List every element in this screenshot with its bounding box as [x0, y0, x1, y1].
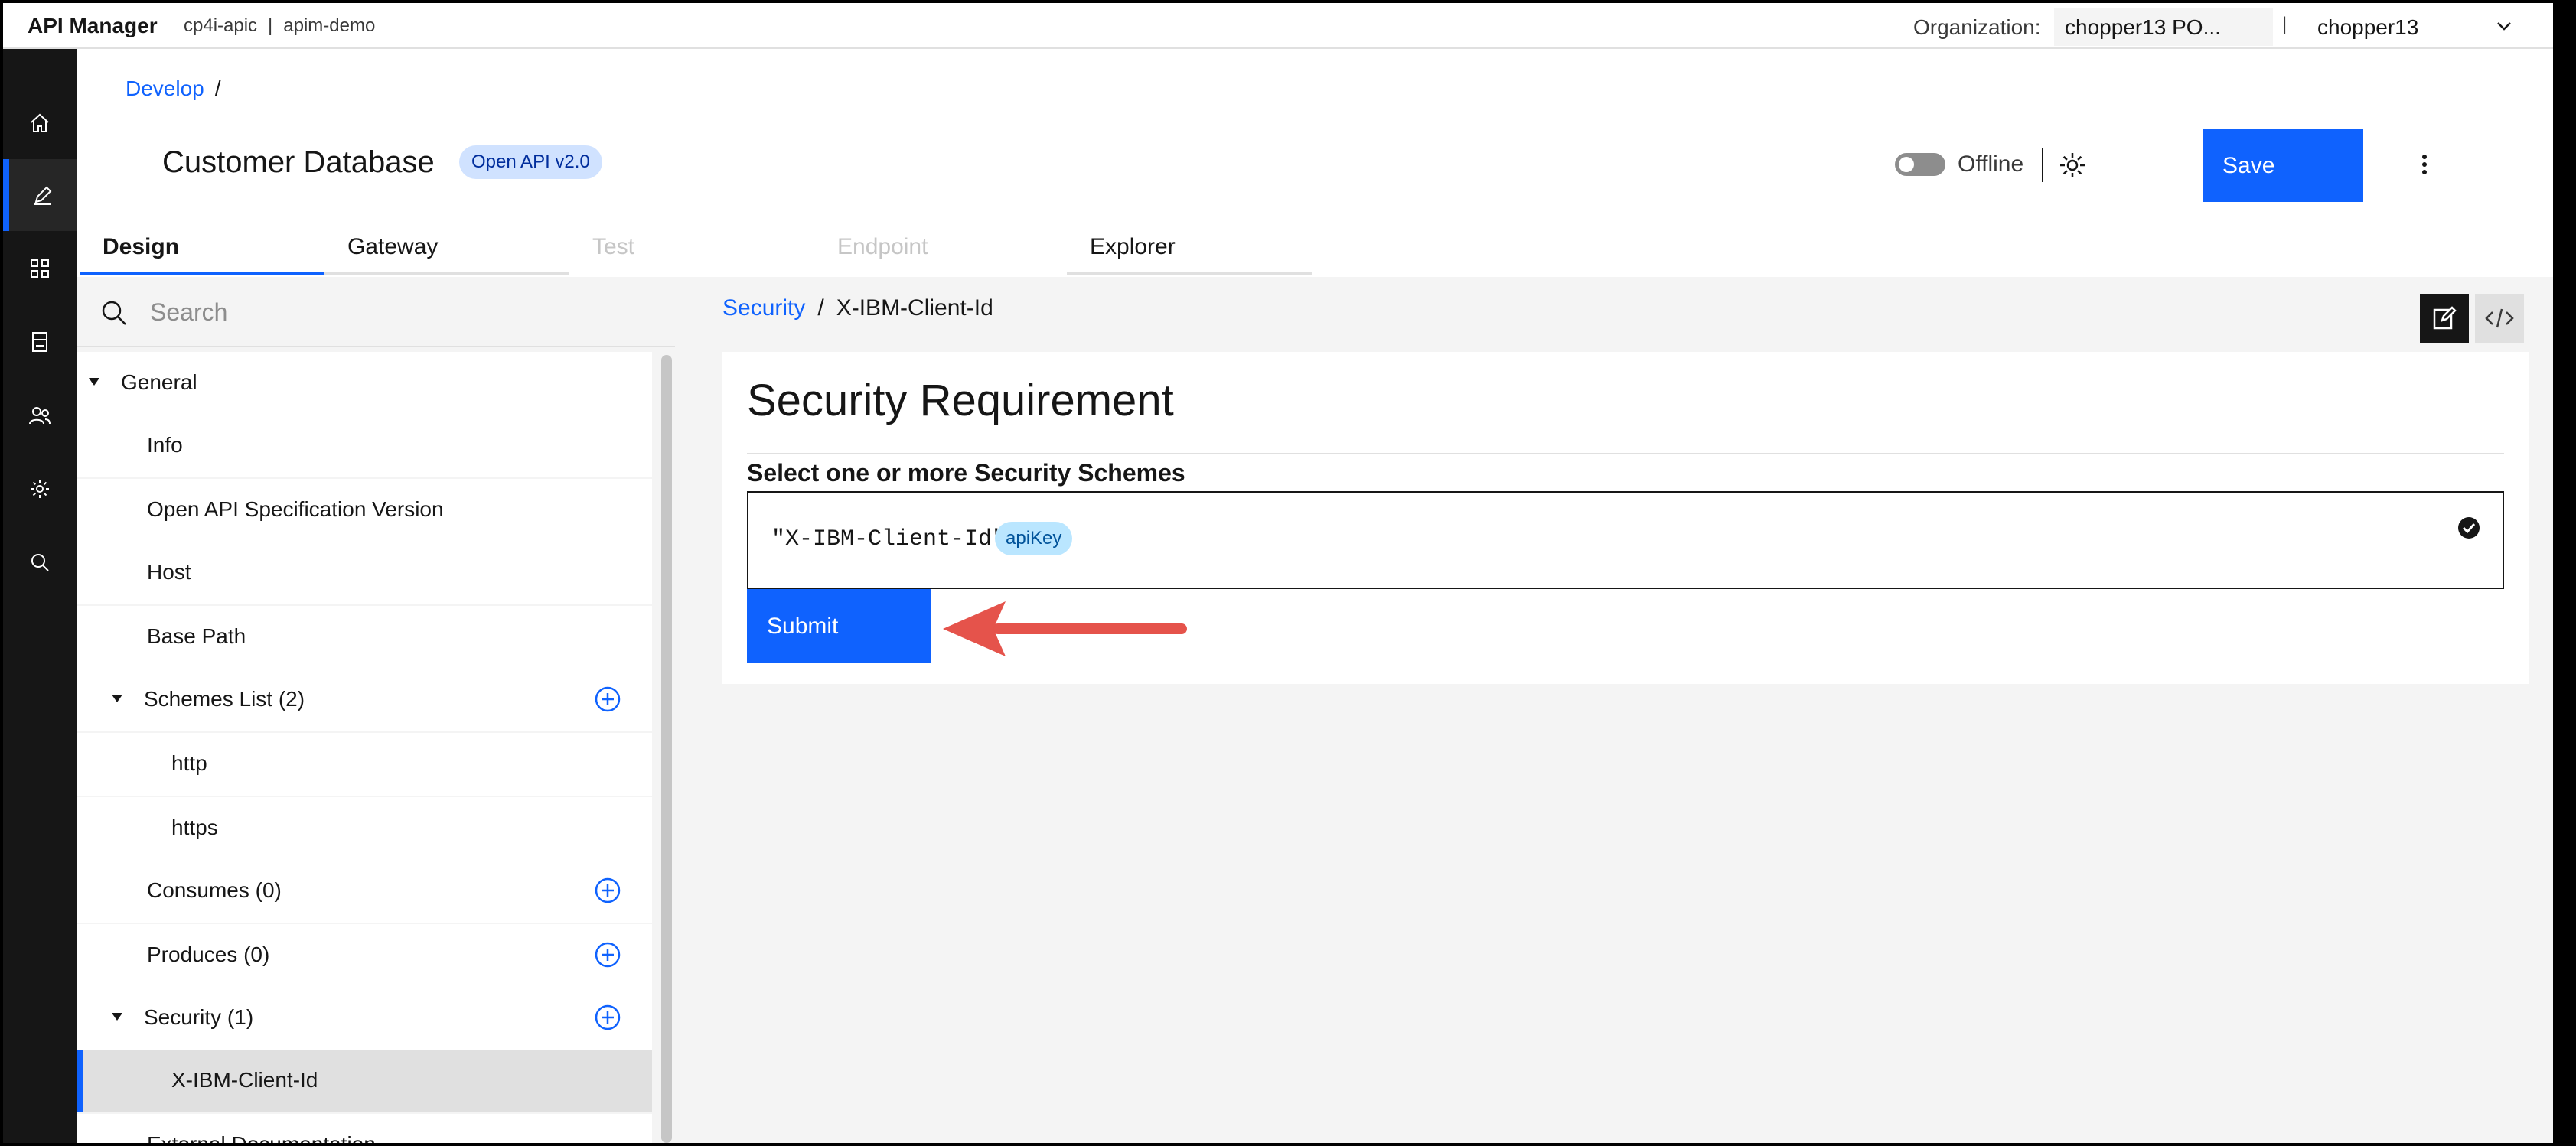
- header-separator: |: [2282, 14, 2287, 34]
- nav-item-external-docs[interactable]: External Documentation: [77, 1114, 652, 1143]
- tab-endpoint: Endpoint: [837, 234, 928, 259]
- nav-item-general[interactable]: General: [77, 352, 652, 415]
- editor-breadcrumb: Security / X-IBM-Client-Id: [722, 295, 993, 321]
- submit-button[interactable]: Submit: [747, 589, 931, 663]
- checkmark-filled-icon: [2458, 517, 2480, 539]
- annotation-arrow: [943, 601, 1187, 656]
- chevron-down-icon: [2497, 22, 2511, 31]
- nav-item-label: Produces (0): [147, 943, 270, 966]
- top-header: API Manager cp4i-apic | apim-demo Organiza…: [3, 3, 2553, 49]
- schemes-label: Select one or more Security Schemes: [747, 459, 1185, 487]
- code-icon: [2485, 308, 2514, 328]
- overflow-menu-icon[interactable]: [2420, 153, 2429, 176]
- settings-icon[interactable]: [3, 453, 77, 525]
- context-info: cp4i-apic | apim-demo: [184, 15, 375, 37]
- nav-item-x-ibm-client-id[interactable]: X-IBM-Client-Id: [77, 1050, 652, 1112]
- nav-item-security[interactable]: Security (1): [77, 987, 652, 1050]
- toolbar-divider: [2042, 148, 2043, 182]
- nav-item-label: X-IBM-Client-Id: [171, 1068, 318, 1092]
- nav-item-https[interactable]: https: [77, 797, 652, 860]
- nav-item-label: Open API Specification Version: [147, 497, 444, 521]
- nav-item-label: Info: [147, 433, 183, 457]
- nav-item-label: https: [171, 816, 218, 839]
- nav-item-openapi-version[interactable]: Open API Specification Version: [77, 479, 652, 542]
- spec-version-tag: Open API v2.0: [459, 145, 602, 179]
- nav-search: [77, 277, 675, 347]
- card-title: Security Requirement: [747, 376, 1174, 425]
- scheme-type-tag: apiKey: [995, 522, 1073, 555]
- breadcrumb-security-link[interactable]: Security: [722, 295, 805, 321]
- users-icon[interactable]: [3, 379, 77, 451]
- offline-toggle[interactable]: [1895, 153, 1945, 176]
- app-frame: API Manager cp4i-apic | apim-demo Organiza…: [3, 3, 2553, 1143]
- context-separator: |: [268, 15, 273, 36]
- nav-item-label: Host: [147, 560, 191, 584]
- organization-label: Organization:: [1913, 15, 2041, 39]
- user-menu[interactable]: chopper13: [2307, 8, 2529, 46]
- design-nav: General Info Open API Specification Vers…: [77, 277, 675, 1143]
- catalog-name: cp4i-apic: [184, 15, 258, 36]
- home-icon[interactable]: [3, 87, 77, 159]
- search-input[interactable]: [150, 292, 640, 332]
- app-title: API Manager: [28, 14, 158, 37]
- scheme-option[interactable]: "X-IBM-Client-Id" apiKey: [747, 491, 2504, 589]
- nav-item-label: Security (1): [144, 1005, 254, 1029]
- organization-value[interactable]: chopper13 PO...: [2054, 8, 2273, 46]
- tab-design[interactable]: Design: [80, 226, 324, 275]
- page-title: Customer Database: [162, 145, 435, 179]
- save-button[interactable]: Save: [2203, 129, 2363, 202]
- nav-item-label: Base Path: [147, 624, 246, 648]
- editor-panel: Security / X-IBM-Client-Id Security Requir…: [675, 277, 2553, 1143]
- nav-item-label: http: [171, 751, 207, 775]
- search-icon: [102, 301, 126, 325]
- tab-test: Test: [592, 234, 635, 259]
- tab-explorer[interactable]: Explorer: [1067, 226, 1312, 275]
- add-circle-icon[interactable]: [594, 1004, 621, 1031]
- catalog-icon[interactable]: [3, 306, 77, 378]
- nav-item-schemes-list[interactable]: Schemes List (2): [77, 669, 652, 731]
- add-circle-icon[interactable]: [594, 877, 621, 904]
- title-divider: [747, 453, 2504, 454]
- offline-label: Offline: [1958, 151, 2024, 177]
- breadcrumb-current: X-IBM-Client-Id: [836, 295, 993, 321]
- gear-icon[interactable]: [2057, 150, 2088, 181]
- namespace-name: apim-demo: [283, 15, 376, 36]
- left-rail: [3, 49, 77, 1143]
- add-circle-icon[interactable]: [594, 941, 621, 969]
- nav-item-host[interactable]: Host: [77, 542, 652, 604]
- breadcrumb-develop-link[interactable]: Develop: [126, 77, 204, 100]
- nav-item-info[interactable]: Info: [77, 415, 652, 477]
- nav-item-label: Consumes (0): [147, 878, 282, 902]
- security-requirement-card: Security Requirement Select one or more …: [722, 352, 2529, 684]
- nav-item-http[interactable]: http: [77, 733, 652, 796]
- caret-down-icon: [89, 378, 99, 386]
- add-circle-icon[interactable]: [594, 685, 621, 713]
- user-name: chopper13: [2317, 15, 2419, 39]
- scrollbar-thumb[interactable]: [661, 355, 672, 1143]
- nav-scrollbar[interactable]: [658, 347, 675, 1143]
- breadcrumb-slash: /: [214, 77, 221, 100]
- nav-item-label: External Documentation: [147, 1132, 376, 1143]
- apps-icon[interactable]: [3, 233, 77, 304]
- nav-item-label: Schemes List (2): [144, 687, 305, 711]
- design-tabs: Design Gateway Test Endpoint Explorer: [80, 226, 1312, 275]
- source-view-button[interactable]: [2475, 294, 2524, 343]
- nav-item-base-path[interactable]: Base Path: [77, 606, 652, 669]
- edit-icon: [2433, 306, 2457, 330]
- nav-item-label: General: [121, 370, 197, 394]
- breadcrumb-separator: /: [817, 295, 824, 321]
- nav-item-produces[interactable]: Produces (0): [77, 924, 652, 987]
- nav-item-consumes[interactable]: Consumes (0): [77, 860, 652, 923]
- tab-gateway[interactable]: Gateway: [324, 226, 569, 275]
- search-icon[interactable]: [3, 526, 77, 598]
- caret-down-icon: [112, 695, 122, 702]
- scheme-name: "X-IBM-Client-Id": [771, 526, 1006, 552]
- form-view-button[interactable]: [2420, 294, 2469, 343]
- breadcrumb: Develop /: [126, 77, 221, 101]
- caret-down-icon: [112, 1013, 122, 1021]
- edit-icon[interactable]: [3, 159, 77, 231]
